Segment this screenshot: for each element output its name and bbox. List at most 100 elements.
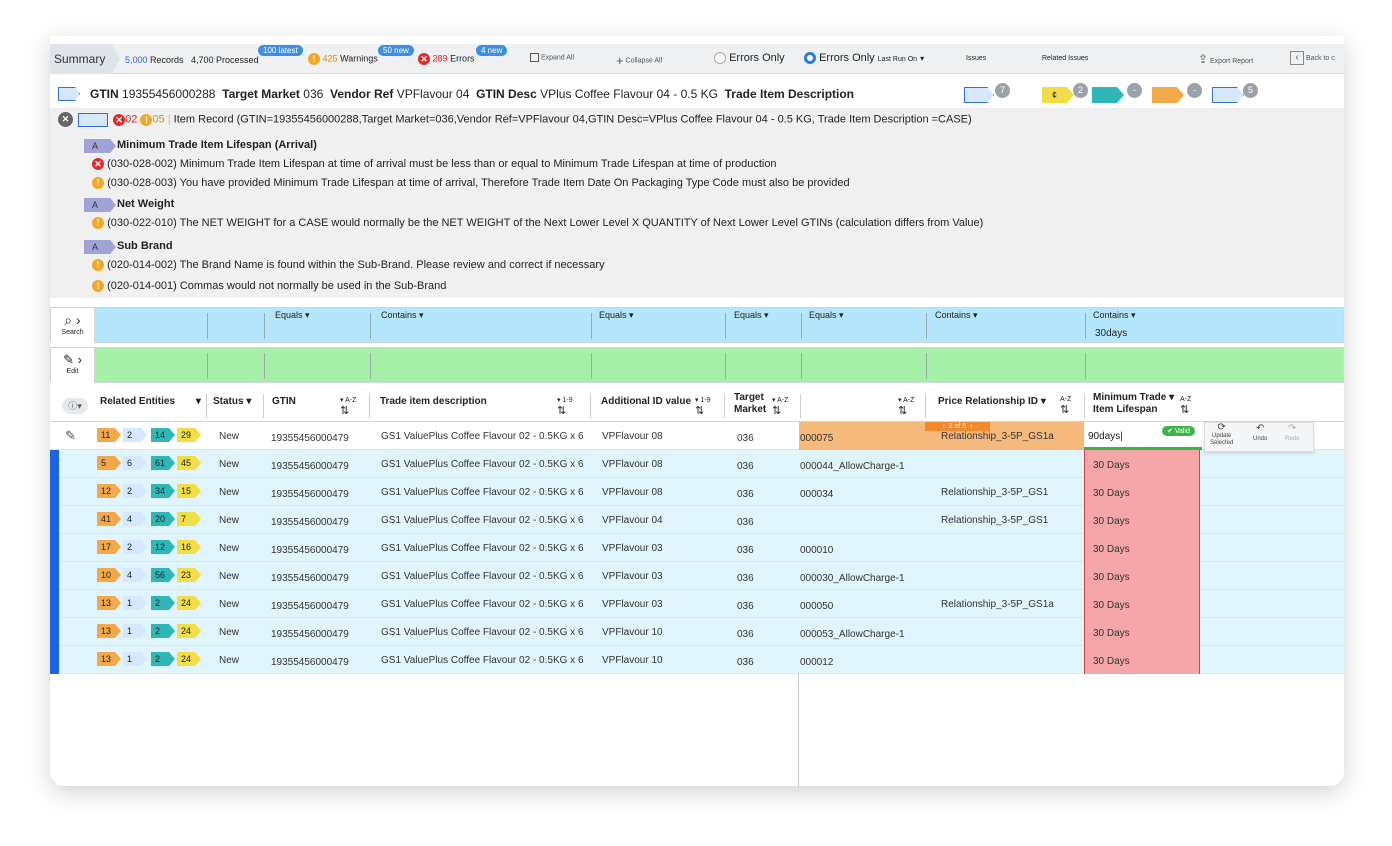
pager-control[interactable]: ‹ 2 of 5 ›: [925, 422, 990, 431]
person-icon[interactable]: [1152, 87, 1184, 103]
related-entity-tag[interactable]: 4: [123, 512, 147, 526]
export-report-button[interactable]: ⇪ Export Report: [1198, 52, 1253, 66]
store-icon[interactable]: [1092, 87, 1124, 103]
edit-record-icon[interactable]: ✎: [65, 428, 76, 444]
search-button[interactable]: ⌕ › Search: [51, 308, 95, 344]
related-entity-tag[interactable]: 29: [177, 428, 201, 442]
back-button[interactable]: ‹ Back to c: [1290, 51, 1335, 65]
related-entity-tag[interactable]: 24: [177, 652, 201, 666]
related-entity-tag[interactable]: 12: [151, 540, 175, 554]
related-entity-tag[interactable]: 34: [151, 484, 175, 498]
warnings-filter[interactable]: ! 425 Warnings: [308, 53, 378, 65]
table-row[interactable]: 17 2 12 16 New 19355456000479 GS1 ValuePlus Co…: [50, 534, 1344, 562]
column-gtin[interactable]: GTIN: [272, 396, 296, 407]
filter-operator[interactable]: Equals ▾: [734, 310, 769, 321]
related-entity-tag[interactable]: 2: [151, 652, 175, 666]
column-min-trade-item-lifespan[interactable]: Minimum Trade ▾ Item Lifespan: [1093, 392, 1174, 416]
package-icon[interactable]: [1212, 87, 1244, 103]
sort-num-icon[interactable]: ▾ 1-9 ⇅: [557, 396, 573, 417]
related-entity-tag[interactable]: 2: [151, 624, 175, 638]
sort-az-icon[interactable]: ▾ A-Z ⇅: [340, 396, 356, 417]
related-entity-tag[interactable]: 23: [177, 568, 201, 582]
table-row[interactable]: 13 1 2 24 New 19355456000479 GS1 ValuePlus Cof…: [50, 590, 1344, 618]
expand-all-button[interactable]: Expand All: [530, 53, 574, 62]
related-entity-tag[interactable]: 20: [151, 512, 175, 526]
related-entity-tag[interactable]: 13: [97, 624, 121, 638]
table-row[interactable]: 13 1 2 24 New 19355456000479 GS1 ValuePlus Cof…: [50, 618, 1344, 646]
undo-button[interactable]: ↶ Undo: [1253, 424, 1267, 444]
invalid-value-cell[interactable]: 30 Days: [1084, 450, 1200, 478]
invalid-value-cell[interactable]: 30 Days: [1084, 534, 1200, 562]
related-entity-tag[interactable]: 15: [177, 484, 201, 498]
package-icon[interactable]: [964, 87, 994, 103]
table-row[interactable]: 5 6 61 45 New 19355456000479 GS1 ValuePlus Cof…: [50, 450, 1344, 478]
invalid-value-cell[interactable]: 30 Days: [1084, 590, 1200, 618]
related-entity-tag[interactable]: 10: [97, 568, 121, 582]
update-selected-button[interactable]: ⟳ Update Selected: [1210, 423, 1233, 447]
invalid-value-cell[interactable]: 30 Days: [1084, 506, 1200, 534]
related-entity-tag[interactable]: 2: [151, 596, 175, 610]
related-entity-tag[interactable]: 24: [177, 624, 201, 638]
errors-only-radio-2[interactable]: Errors Only Last Run On ▾: [804, 52, 924, 65]
table-row[interactable]: 13 1 2 24 New 19355456000479 GS1 ValuePlus Cof…: [50, 646, 1344, 674]
issues-link[interactable]: Issues: [966, 55, 986, 62]
related-entity-tag[interactable]: 6: [123, 456, 147, 470]
sort-az-icon[interactable]: A-Z ⇅: [1180, 396, 1191, 416]
related-entity-tag[interactable]: 11: [97, 428, 121, 442]
related-entity-tag[interactable]: 2: [123, 540, 147, 554]
column-price-relationship[interactable]: Price Relationship ID ▾: [938, 396, 1046, 407]
filter-operator[interactable]: Contains ▾: [381, 310, 424, 321]
collapse-all-button[interactable]: + Collapse All: [616, 53, 662, 68]
price-icon[interactable]: ¢: [1042, 87, 1074, 103]
related-entity-tag[interactable]: 41: [97, 512, 121, 526]
column-related-entities[interactable]: Related Entities ▾: [100, 396, 201, 407]
close-icon[interactable]: ✕: [58, 112, 73, 127]
column-target-market[interactable]: Target Market: [734, 392, 766, 416]
related-entity-tag[interactable]: 17: [97, 540, 121, 554]
info-icon[interactable]: ⓘ▾: [62, 398, 88, 414]
related-entity-tag[interactable]: 2: [123, 428, 147, 442]
sort-num-icon[interactable]: ▾ 1-9 ⇅: [695, 396, 711, 417]
column-status[interactable]: Status ▾: [213, 396, 251, 407]
edit-button[interactable]: ✎ › Edit: [51, 348, 95, 384]
table-row[interactable]: 10 4 56 23 New 19355456000479 GS1 ValuePlus Co…: [50, 562, 1344, 590]
table-row[interactable]: 12 2 34 15 New 19355456000479 GS1 ValuePlus Co…: [50, 478, 1344, 506]
sort-az-icon[interactable]: ▾ A-Z ⇅: [772, 396, 788, 417]
invalid-value-cell[interactable]: 30 Days: [1084, 618, 1200, 646]
related-entity-tag[interactable]: 2: [123, 484, 147, 498]
related-entity-tag[interactable]: 14: [151, 428, 175, 442]
column-trade-item-description[interactable]: Trade item description: [380, 396, 487, 407]
table-row[interactable]: 41 4 20 7 New 19355456000479 GS1 ValuePlus Cof…: [50, 506, 1344, 534]
invalid-value-cell[interactable]: 30 Days: [1084, 562, 1200, 590]
related-entity-tag[interactable]: 4: [123, 568, 147, 582]
related-entity-tag[interactable]: 1: [123, 624, 147, 638]
related-entity-tag[interactable]: 24: [177, 596, 201, 610]
sort-az-icon[interactable]: A-Z ⇅: [1060, 396, 1071, 416]
related-entity-tag[interactable]: 12: [97, 484, 121, 498]
related-entity-tag[interactable]: 56: [151, 568, 175, 582]
errors-only-radio-1[interactable]: Errors Only: [714, 52, 785, 65]
filter-operator[interactable]: Equals ▾: [599, 310, 634, 321]
related-entity-tag[interactable]: 5: [97, 456, 121, 470]
related-entity-tag[interactable]: 7: [177, 512, 201, 526]
related-entity-tag[interactable]: 1: [123, 652, 147, 666]
related-entity-tag[interactable]: 16: [177, 540, 201, 554]
errors-filter[interactable]: ✕ 289 Errors: [418, 53, 475, 65]
related-entity-tag[interactable]: 13: [97, 652, 121, 666]
related-entity-tag[interactable]: 45: [177, 456, 201, 470]
invalid-value-cell[interactable]: 30 Days: [1084, 478, 1200, 506]
filter-operator[interactable]: Equals ▾: [809, 310, 844, 321]
invalid-value-cell[interactable]: 30 Days: [1084, 646, 1200, 674]
filter-operator[interactable]: Contains ▾: [1093, 310, 1136, 321]
redo-button[interactable]: ↷ Redo: [1285, 424, 1299, 444]
filter-input[interactable]: 30days: [1095, 328, 1127, 339]
column-additional-id[interactable]: Additional ID value: [601, 396, 691, 407]
summary-tab[interactable]: Summary: [50, 44, 120, 74]
sort-az-icon[interactable]: ▾ A-Z ⇅: [898, 396, 914, 417]
related-entity-tag[interactable]: 1: [123, 596, 147, 610]
related-issues-link[interactable]: Related Issues: [1042, 55, 1088, 62]
filter-operator[interactable]: Contains ▾: [935, 310, 978, 321]
related-entity-tag[interactable]: 61: [151, 456, 175, 470]
related-entity-tag[interactable]: 13: [97, 596, 121, 610]
filter-operator[interactable]: Equals ▾: [275, 310, 310, 321]
